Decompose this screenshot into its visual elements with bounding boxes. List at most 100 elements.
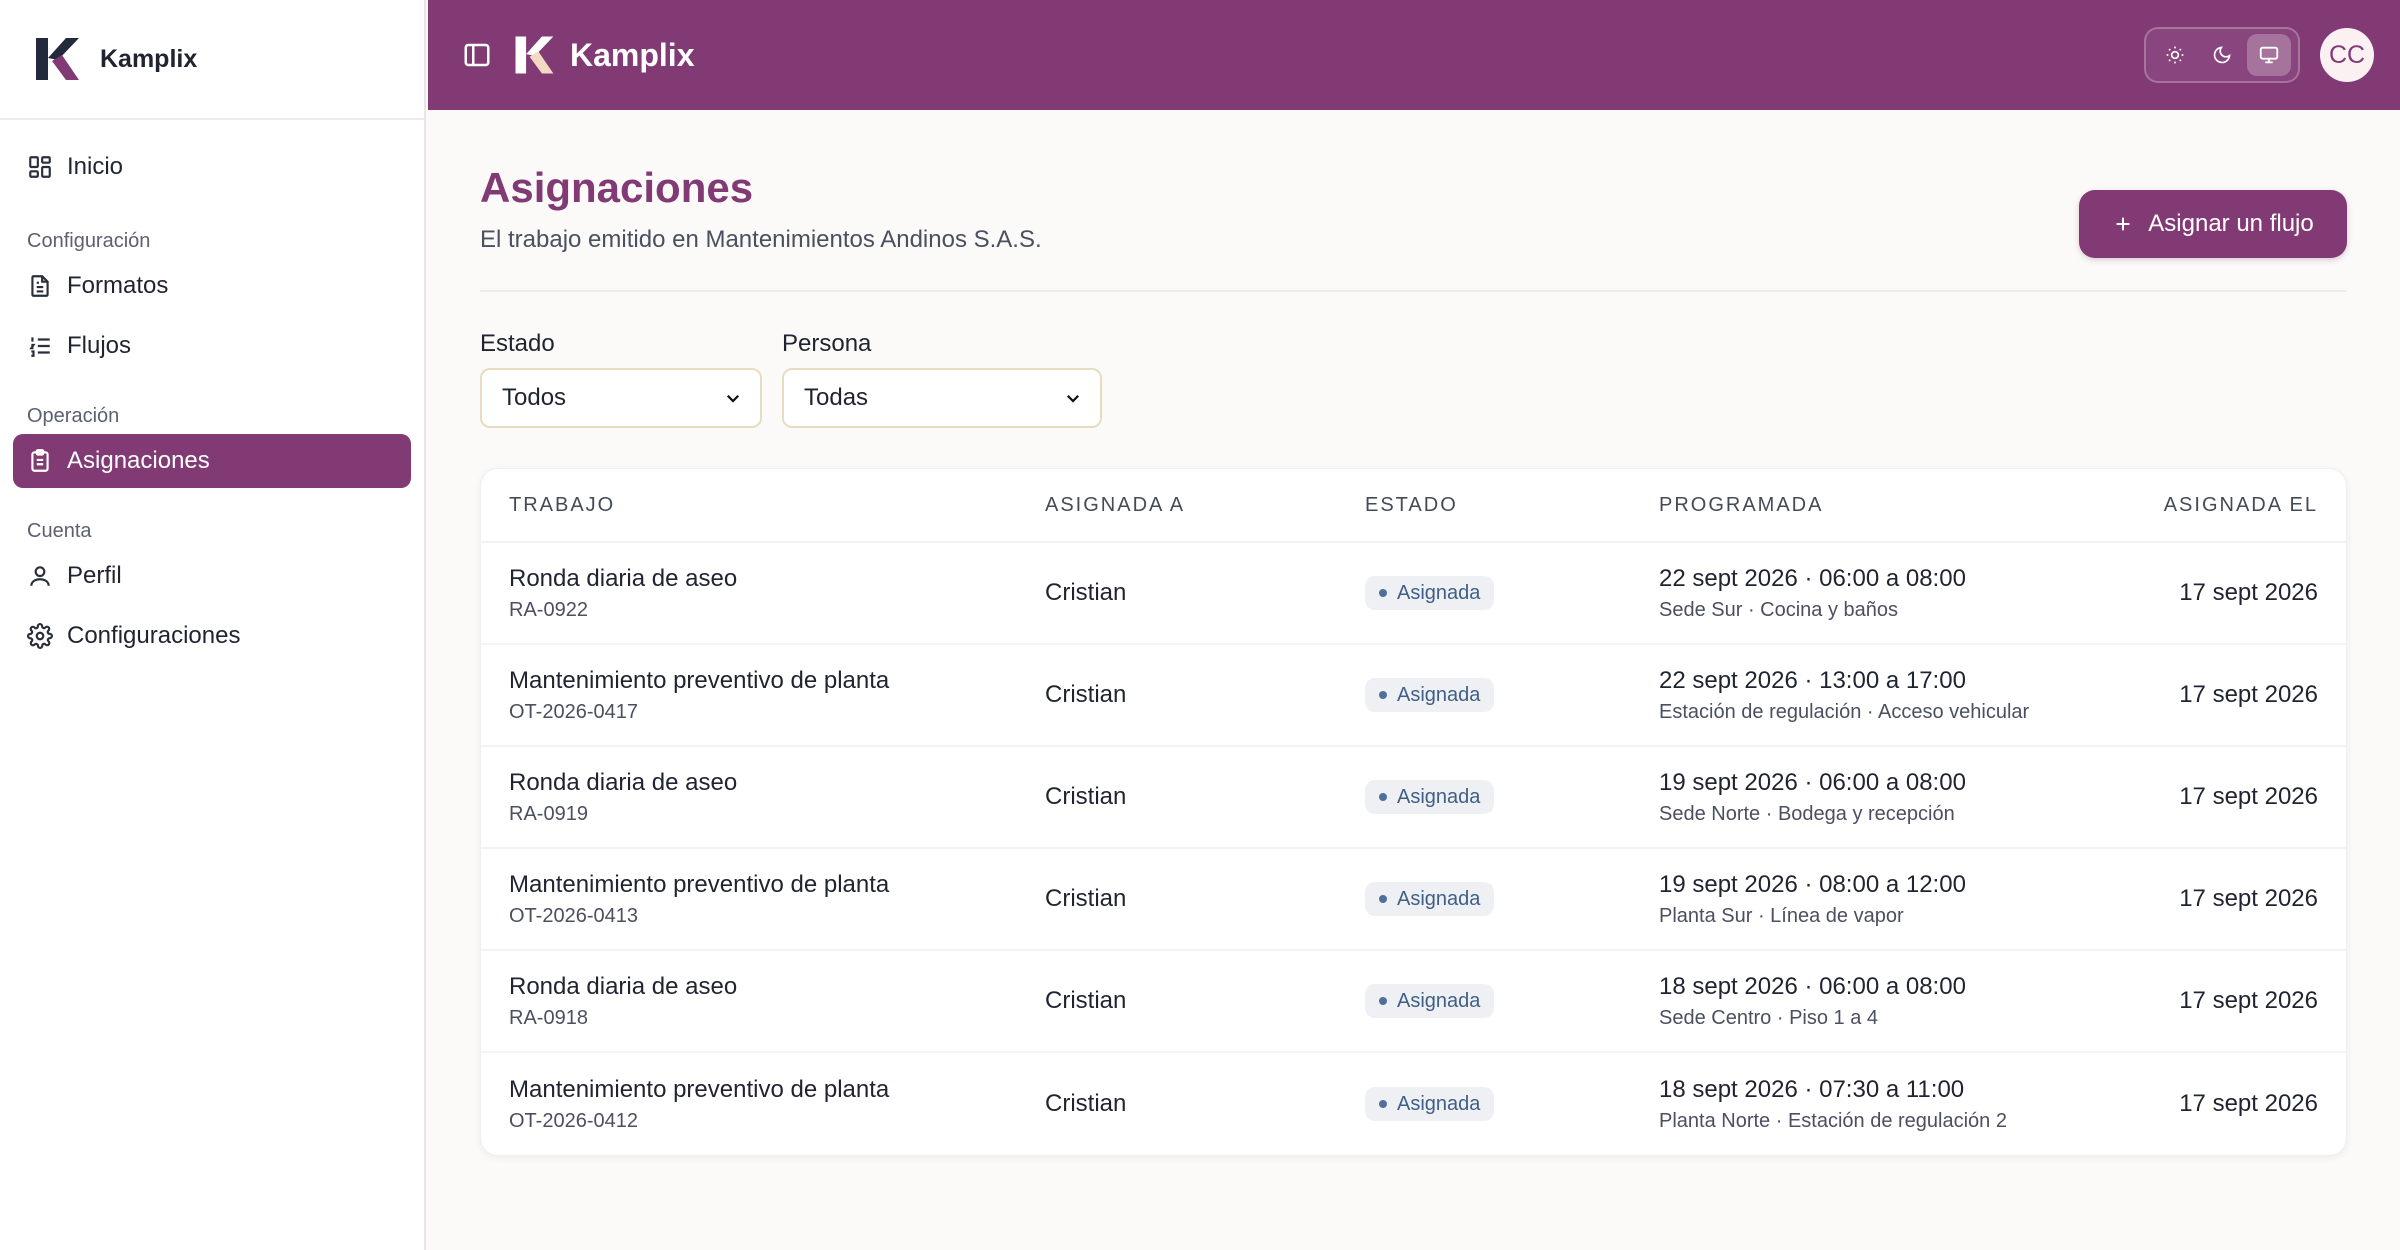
- sun-icon: [2166, 46, 2184, 64]
- status-badge: Asignada: [1365, 984, 1495, 1018]
- schedule-time: 19 sept 2026 · 08:00 a 12:00: [1659, 870, 1966, 898]
- persona-select-value: Todas: [804, 384, 869, 411]
- assigned-on: 17 sept 2026: [2179, 885, 2318, 912]
- sidebar-item-label: Perfil: [67, 562, 122, 589]
- status-badge: Asignada: [1365, 882, 1495, 916]
- column-header-trabajo[interactable]: TRABAJO: [481, 494, 1045, 517]
- status-dot-icon: [1379, 691, 1387, 699]
- job-title[interactable]: Ronda diaria de aseo: [509, 769, 1045, 797]
- job-title[interactable]: Mantenimiento preventivo de planta: [509, 667, 1045, 695]
- job-title[interactable]: Mantenimiento preventivo de planta: [509, 871, 1045, 899]
- dashboard-grid-icon: [27, 154, 53, 180]
- sidebar-item-configuraciones[interactable]: Configuraciones: [13, 609, 411, 663]
- theme-system-button[interactable]: [2246, 34, 2291, 76]
- gear-icon: [27, 623, 53, 649]
- user-icon: [27, 563, 53, 589]
- sidebar-item-label: Flujos: [67, 332, 132, 359]
- page-title: Asignaciones: [480, 164, 754, 211]
- assign-flow-button[interactable]: Asignar un flujo: [2079, 190, 2347, 258]
- persona-select[interactable]: Todas: [782, 368, 1102, 428]
- column-header-programada[interactable]: PROGRAMADA: [1659, 494, 2109, 517]
- job-code: OT-2026-0412: [509, 1109, 638, 1132]
- assignee: Cristian: [1045, 579, 1127, 606]
- assigned-on: 17 sept 2026: [2179, 681, 2318, 708]
- status-dot-icon: [1379, 793, 1387, 801]
- sidebar-item-label: Inicio: [67, 153, 124, 180]
- theme-dark-button[interactable]: [2200, 34, 2244, 76]
- table-row[interactable]: Ronda diaria de aseo RA-0918 Cristian Asi…: [481, 951, 2346, 1053]
- status-dot-icon: [1379, 589, 1387, 597]
- section-label-cuenta: Cuenta: [27, 520, 92, 542]
- main-content: Asignaciones El trabajo emitido en Mante…: [480, 110, 2347, 1156]
- table-header: TRABAJO ASIGNADA A ESTADO PROGRAMADA ASI…: [481, 469, 2346, 543]
- clipboard-icon: [27, 448, 53, 474]
- sidebar-brand[interactable]: Kamplix: [0, 0, 424, 120]
- schedule-time: 18 sept 2026 · 06:00 a 08:00: [1659, 972, 1966, 1000]
- assign-flow-label: Asignar un flujo: [2148, 210, 2314, 237]
- status-badge: Asignada: [1365, 678, 1495, 712]
- sidebar-item-label: Asignaciones: [67, 447, 210, 474]
- sidebar-item-formatos[interactable]: Formatos: [13, 259, 411, 313]
- status-dot-icon: [1379, 895, 1387, 903]
- avatar[interactable]: CC: [2320, 28, 2374, 82]
- filter-estado-label: Estado: [480, 330, 555, 357]
- job-title[interactable]: Ronda diaria de aseo: [509, 973, 1045, 1001]
- schedule-time: 22 sept 2026 · 13:00 a 17:00: [1659, 666, 1966, 694]
- filter-persona: Persona Todas: [782, 330, 1102, 428]
- assignee: Cristian: [1045, 885, 1127, 912]
- sidebar-toggle-icon[interactable]: [462, 40, 492, 70]
- status-dot-icon: [1379, 1100, 1387, 1108]
- theme-switcher: [2144, 27, 2300, 83]
- status-text: Asignada: [1397, 581, 1481, 604]
- moon-icon: [2213, 46, 2231, 64]
- table-row[interactable]: Mantenimiento preventivo de planta OT-202…: [481, 849, 2346, 951]
- job-code: OT-2026-0417: [509, 700, 638, 723]
- table-row[interactable]: Mantenimiento preventivo de planta OT-202…: [481, 645, 2346, 747]
- status-text: Asignada: [1397, 887, 1481, 910]
- table-row[interactable]: Mantenimiento preventivo de planta OT-202…: [481, 1053, 2346, 1155]
- section-label-configuracion: Configuración: [27, 230, 151, 252]
- assignments-table: TRABAJO ASIGNADA A ESTADO PROGRAMADA ASI…: [480, 468, 2347, 1156]
- topbar: Kamplix CC: [428, 0, 2400, 110]
- job-title[interactable]: Ronda diaria de aseo: [509, 565, 1045, 593]
- status-dot-icon: [1379, 997, 1387, 1005]
- list-ordered-icon: [27, 333, 53, 359]
- theme-light-button[interactable]: [2153, 34, 2197, 76]
- chevron-down-icon: [1064, 389, 1082, 407]
- assignee: Cristian: [1045, 1090, 1127, 1117]
- monitor-icon: [2259, 46, 2278, 64]
- sidebar-item-perfil[interactable]: Perfil: [13, 549, 411, 603]
- schedule-location: Planta Norte · Estación de regulación 2: [1659, 1109, 2007, 1132]
- status-text: Asignada: [1397, 989, 1481, 1012]
- column-header-asignada-a[interactable]: ASIGNADA A: [1045, 494, 1365, 517]
- status-badge: Asignada: [1365, 1087, 1495, 1121]
- estado-select-value: Todos: [502, 384, 567, 411]
- brand-name: Kamplix: [100, 44, 198, 73]
- status-text: Asignada: [1397, 683, 1481, 706]
- status-text: Asignada: [1397, 785, 1481, 808]
- job-code: RA-0922: [509, 598, 588, 621]
- assignee: Cristian: [1045, 681, 1127, 708]
- sidebar-item-label: Configuraciones: [67, 622, 241, 649]
- status-badge: Asignada: [1365, 780, 1495, 814]
- schedule-location: Sede Centro · Piso 1 a 4: [1659, 1006, 1879, 1029]
- column-header-estado[interactable]: ESTADO: [1365, 494, 1659, 517]
- table-row[interactable]: Ronda diaria de aseo RA-0922 Cristian Asi…: [481, 543, 2346, 645]
- assigned-on: 17 sept 2026: [2179, 987, 2318, 1014]
- sidebar-item-inicio[interactable]: Inicio: [13, 140, 411, 194]
- status-text: Asignada: [1397, 1092, 1481, 1115]
- sidebar-item-asignaciones[interactable]: Asignaciones: [13, 434, 411, 488]
- sidebar-item-flujos[interactable]: Flujos: [13, 319, 411, 373]
- assigned-on: 17 sept 2026: [2179, 783, 2318, 810]
- job-code: OT-2026-0413: [509, 904, 638, 927]
- table-row[interactable]: Ronda diaria de aseo RA-0919 Cristian Asi…: [481, 747, 2346, 849]
- plus-icon: [2116, 217, 2130, 231]
- chevron-down-icon: [724, 389, 742, 407]
- job-title[interactable]: Mantenimiento preventivo de planta: [509, 1076, 1045, 1104]
- page-subtitle: El trabajo emitido en Mantenimientos And…: [480, 226, 1042, 253]
- assigned-on: 17 sept 2026: [2179, 579, 2318, 606]
- column-header-asignada-el[interactable]: ASIGNADA EL: [2109, 494, 2346, 517]
- job-code: RA-0918: [509, 1006, 588, 1029]
- estado-select[interactable]: Todos: [480, 368, 762, 428]
- kamplix-logo-icon: [36, 38, 79, 80]
